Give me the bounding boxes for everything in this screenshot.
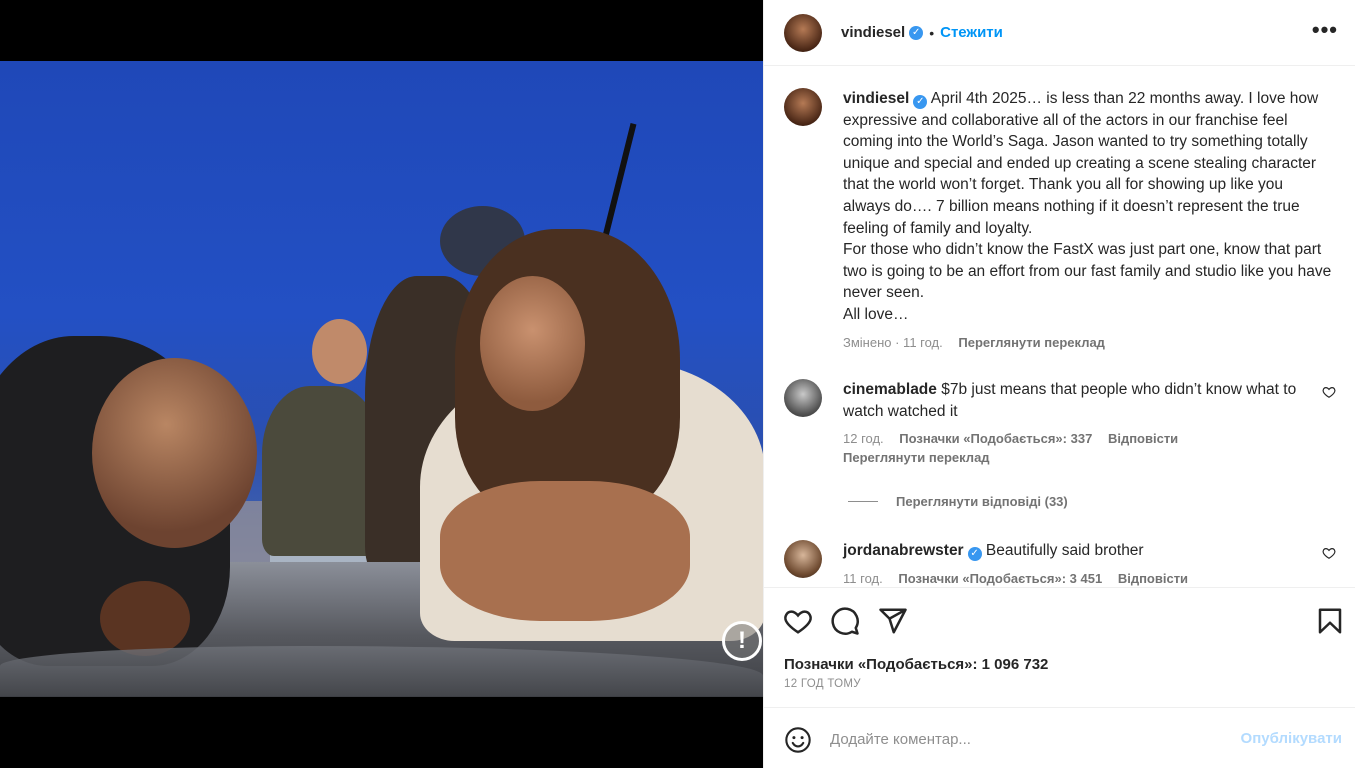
comment-likes[interactable]: Позначки «Подобається»: 3 451 [898, 571, 1102, 586]
comment-item: jordanabrewster ✓ Beautifully said brothe… [784, 540, 1344, 586]
caption: vindiesel ✓ April 4th 2025… is less than … [784, 88, 1344, 350]
view-replies-label: Переглянути відповіді (33) [896, 494, 1068, 509]
comments-section[interactable]: vindiesel ✓ April 4th 2025… is less than … [764, 67, 1355, 587]
caption-body: vindiesel ✓ April 4th 2025… is less than … [843, 88, 1333, 326]
caption-avatar[interactable] [784, 88, 822, 126]
replies-line [848, 501, 878, 502]
bookmark-icon[interactable] [1315, 606, 1345, 636]
share-icon[interactable] [878, 606, 908, 636]
comment-input[interactable] [830, 724, 1210, 754]
comment-item: cinemablade $7b just means that people w… [784, 379, 1344, 465]
photo-boom-pole [601, 123, 637, 241]
view-replies-button[interactable]: Переглянути відповіді (33) [848, 494, 1068, 509]
photo-person-arms [440, 481, 690, 621]
comment-likes[interactable]: Позначки «Подобається»: 337 [899, 431, 1092, 446]
follow-button[interactable]: Стежити [940, 24, 1003, 41]
comment-reply-button[interactable]: Відповісти [1108, 431, 1178, 446]
comment-see-translation[interactable]: Переглянути переклад [843, 450, 990, 465]
comment-body: jordanabrewster ✓ Beautifully said brothe… [843, 540, 1333, 562]
photo-bg-person-head [312, 319, 367, 384]
comment-meta-2: Переглянути переклад [843, 450, 1344, 465]
comment-avatar[interactable] [784, 540, 822, 578]
more-icon[interactable]: ••• [1312, 19, 1338, 41]
comment-author[interactable]: jordanabrewster [843, 542, 964, 559]
verified-icon: ✓ [909, 25, 924, 40]
separator-dot: • [929, 24, 935, 41]
comment-author[interactable]: cinemablade [843, 381, 937, 398]
comment-like-heart-icon[interactable] [1322, 546, 1336, 560]
caption-author[interactable]: vindiesel [843, 90, 909, 107]
publish-button[interactable]: Опублікувати [1241, 730, 1342, 747]
heart-icon[interactable] [783, 606, 813, 636]
caption-see-translation[interactable]: Переглянути переклад [958, 335, 1105, 350]
comment-reply-button[interactable]: Відповісти [1118, 571, 1188, 586]
emoji-icon[interactable] [784, 726, 812, 754]
post-actions: Позначки «Подобається»: 1 096 732 12 ГОД… [764, 587, 1355, 707]
post-time: 12 ГОД ТОМУ [784, 678, 861, 690]
alert-icon[interactable]: ! [722, 621, 762, 661]
comment-avatar[interactable] [784, 379, 822, 417]
comment-like-heart-icon[interactable] [1322, 385, 1336, 399]
photo-bald-person-hands [100, 581, 190, 656]
post-photo[interactable] [0, 61, 763, 697]
comment-body: cinemablade $7b just means that people w… [843, 379, 1333, 422]
author-username[interactable]: vindiesel [841, 24, 905, 41]
comment-meta: 11 год. Позначки «Подобається»: 3 451 Ві… [843, 571, 1344, 586]
comment-meta: 12 год. Позначки «Подобається»: 337 Відп… [843, 431, 1344, 446]
photo-bald-person-head [92, 358, 257, 548]
comment-time: 11 год. [843, 570, 883, 586]
comment-composer: Опублікувати [764, 707, 1355, 768]
photo-bg-person-body [262, 386, 382, 556]
verified-icon: ✓ [913, 95, 928, 109]
verified-icon: ✓ [967, 547, 982, 561]
comment-text: Beautifully said brother [985, 542, 1144, 559]
comment-icon[interactable] [830, 606, 860, 636]
caption-edited-time: Змінено · 11 год. [843, 334, 943, 350]
caption-text: April 4th 2025… is less than 22 months a… [843, 90, 1319, 237]
post-header: vindiesel ✓ • Стежити ••• [764, 0, 1355, 66]
comment-time: 12 год. [843, 431, 884, 447]
likes-count[interactable]: Позначки «Подобається»: 1 096 732 [784, 656, 1048, 673]
post-panel: vindiesel ✓ • Стежити ••• vindiesel ✓ Apr… [763, 0, 1355, 768]
caption-text-2: For those who didn’t know the FastX was … [843, 241, 1332, 302]
caption-meta: Змінено · 11 год. Переглянути переклад [843, 335, 1344, 350]
post-media: ! [0, 0, 763, 768]
author-avatar[interactable] [784, 13, 822, 52]
photo-person-face [480, 276, 585, 411]
caption-text-3: All love… [843, 305, 909, 323]
